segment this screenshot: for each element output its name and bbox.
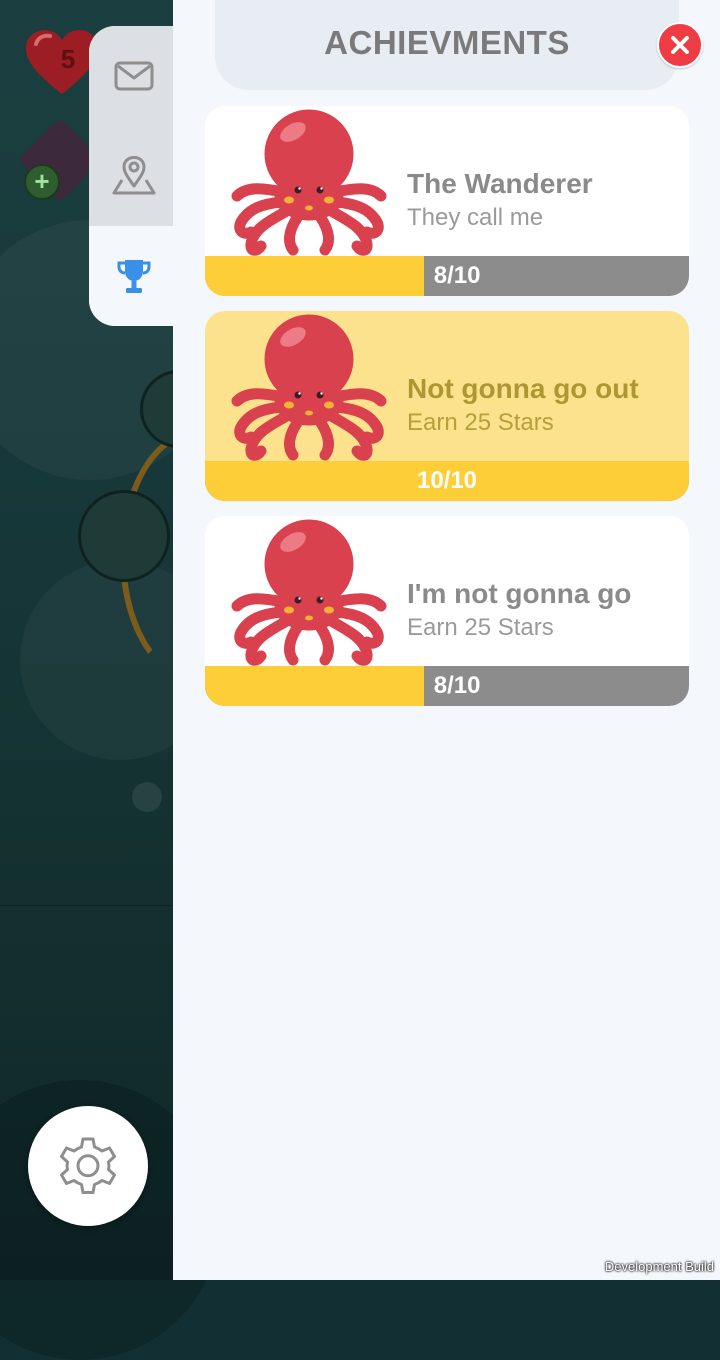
trophy-icon <box>117 260 151 293</box>
achievement-title: The Wanderer <box>407 168 593 199</box>
tab-map[interactable] <box>89 126 179 226</box>
progress-bar: 8/10 <box>205 256 689 296</box>
level-node <box>78 490 170 582</box>
map-pin-icon <box>112 156 156 195</box>
achievement-description: They call me <box>407 204 544 231</box>
octopus-icon <box>231 519 387 666</box>
close-icon <box>671 36 689 54</box>
achievement-description: Earn 25 Stars <box>407 409 554 436</box>
achievement-card[interactable]: The Wanderer They call me 8/10 <box>205 106 689 296</box>
gear-icon <box>60 1137 116 1194</box>
progress-text: 8/10 <box>433 672 481 699</box>
octopus-icon <box>231 109 387 256</box>
achievement-description: Earn 25 Stars <box>407 614 554 641</box>
progress-text: 10/10 <box>416 467 478 494</box>
settings-button[interactable] <box>28 1106 148 1226</box>
achievements-panel: ACHIEVMENTS The Wanderer They call me 8/… <box>173 0 720 1280</box>
achievement-card[interactable]: Not gonna go out Earn 25 Stars 10/10 <box>205 311 689 501</box>
tab-inbox[interactable] <box>89 26 179 126</box>
side-tab-bar <box>89 26 179 326</box>
achievement-card[interactable]: I'm not gonna go Earn 25 Stars 8/10 <box>205 516 689 706</box>
mail-icon <box>114 61 154 91</box>
progress-text: 8/10 <box>433 262 481 289</box>
progress-bar: 8/10 <box>205 666 689 706</box>
progress-bar: 10/10 <box>205 461 689 501</box>
tab-achievements[interactable] <box>89 226 179 326</box>
octopus-icon <box>231 314 387 461</box>
panel-title: ACHIEVMENTS <box>324 24 570 61</box>
achievement-title: Not gonna go out <box>407 373 639 404</box>
close-button[interactable] <box>657 22 703 68</box>
add-gems-button[interactable]: + <box>24 164 60 200</box>
achievement-title: I'm not gonna go <box>407 578 632 609</box>
development-build-label: Development Build <box>604 1259 714 1274</box>
